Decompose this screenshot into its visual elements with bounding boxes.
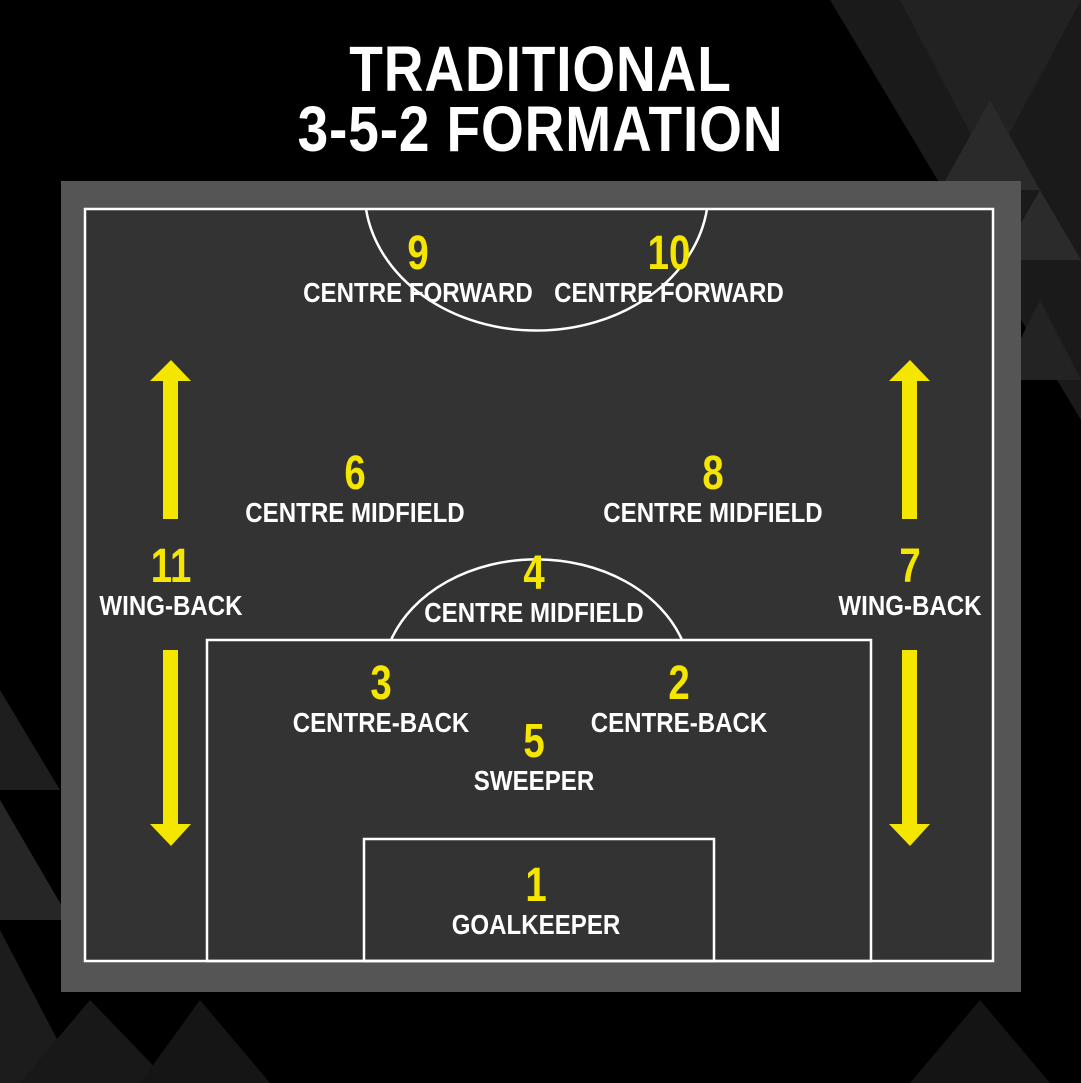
player-number: 7 <box>899 540 921 593</box>
player-number: 8 <box>702 447 724 500</box>
player-number: 5 <box>523 715 545 768</box>
player-number: 6 <box>344 447 366 500</box>
player-role: GOALKEEPER <box>451 909 621 940</box>
player-role: CENTRE MIDFIELD <box>603 497 823 528</box>
player-role: CENTRE MIDFIELD <box>424 597 644 628</box>
player-number: 3 <box>370 657 392 710</box>
player-11: 11 WING-BACK <box>21 543 321 621</box>
player-8: 8 CENTRE MIDFIELD <box>563 450 863 528</box>
player-number: 11 <box>150 540 192 593</box>
player-10: 10 CENTRE FORWARD <box>519 230 819 308</box>
player-number: 2 <box>668 657 690 710</box>
player-role: WING-BACK <box>838 590 982 621</box>
player-number: 10 <box>647 227 691 280</box>
player-role: CENTRE FORWARD <box>303 277 533 308</box>
player-role: SWEEPER <box>473 765 595 796</box>
player-role: CENTRE MIDFIELD <box>245 497 465 528</box>
player-role: CENTRE FORWARD <box>554 277 784 308</box>
player-1: 1 GOALKEEPER <box>386 862 686 940</box>
player-number: 1 <box>525 859 547 912</box>
player-6: 6 CENTRE MIDFIELD <box>205 450 505 528</box>
player-role: WING-BACK <box>99 590 243 621</box>
player-number: 9 <box>407 227 429 280</box>
player-7: 7 WING-BACK <box>760 543 1060 621</box>
player-number: 4 <box>523 547 545 600</box>
player-5: 5 SWEEPER <box>384 718 684 796</box>
player-4: 4 CENTRE MIDFIELD <box>384 550 684 628</box>
